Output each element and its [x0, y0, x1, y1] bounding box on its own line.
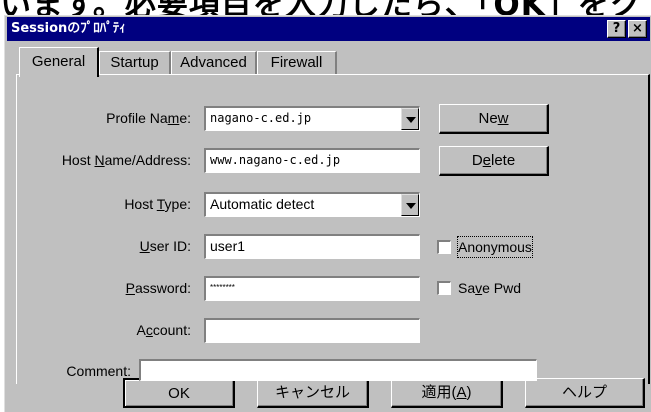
profile-name-value: nagano-c.ed.jp — [210, 111, 312, 125]
title-bar[interactable]: Sessionのﾌﾟﾛﾊﾟﾃｨ ? × — [7, 17, 650, 41]
new-button[interactable]: New — [439, 104, 549, 134]
help-icon[interactable]: ? — [607, 20, 626, 38]
anonymous-checkbox[interactable] — [437, 240, 451, 254]
host-type-select[interactable]: Automatic detect — [204, 192, 420, 217]
password-label: Password: — [125, 280, 191, 296]
save-pwd-checkbox[interactable] — [437, 281, 451, 295]
window-title: Sessionのﾌﾟﾛﾊﾟﾃｨ — [11, 21, 126, 36]
comment-input[interactable] — [139, 359, 537, 381]
tab-general[interactable]: General — [19, 47, 99, 77]
delete-button[interactable]: Delete — [439, 146, 549, 176]
profile-name-label: Profile Name: — [106, 110, 191, 126]
user-id-input[interactable]: user1 — [204, 234, 420, 259]
tab-firewall[interactable]: Firewall — [257, 51, 337, 75]
session-properties-dialog: Sessionのﾌﾟﾛﾊﾟﾃｨ ? × General Startup Adva… — [4, 15, 651, 412]
save-pwd-label[interactable]: Save Pwd — [458, 278, 521, 298]
password-input[interactable]: ******** — [204, 276, 420, 301]
host-type-value: Automatic detect — [210, 196, 315, 212]
account-input[interactable] — [204, 318, 420, 343]
close-icon[interactable]: × — [628, 20, 647, 38]
host-name-label: Host Name/Address: — [61, 152, 191, 168]
tab-startup[interactable]: Startup — [99, 51, 171, 75]
chevron-down-icon[interactable] — [401, 194, 419, 216]
comment-label: Comment: — [66, 363, 131, 379]
profile-name-combobox[interactable]: nagano-c.ed.jp — [204, 106, 420, 131]
tab-advanced[interactable]: Advanced — [171, 51, 257, 75]
user-id-label: User ID: — [139, 238, 191, 254]
chevron-down-icon[interactable] — [401, 108, 419, 130]
account-label: Account: — [136, 322, 191, 338]
anonymous-label[interactable]: Anonymous — [457, 236, 533, 258]
host-name-input[interactable]: www.nagano-c.ed.jp — [204, 148, 420, 173]
general-panel: Profile Name: nagano-c.ed.jp Host Name/A… — [16, 74, 650, 384]
host-type-label: Host Type: — [124, 196, 191, 212]
